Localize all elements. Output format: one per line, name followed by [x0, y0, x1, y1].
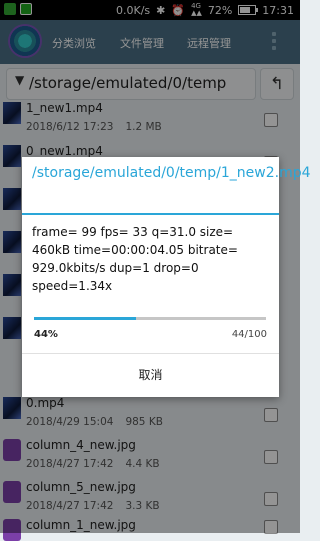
progress-percent: 44% [34, 329, 58, 340]
dialog-message: frame= 99 fps= 33 q=31.0 size= 460kB tim… [32, 225, 238, 293]
progress-bar [34, 317, 266, 320]
progress-dialog: /storage/emulated/0/temp/1_new2.mp4 fram… [22, 157, 311, 397]
progress-bar-fill [34, 317, 137, 320]
cancel-button[interactable]: 取消 [22, 354, 279, 397]
progress-count: 44/100 [231, 329, 267, 340]
dialog-divider [22, 213, 279, 215]
dialog-title: /storage/emulated/0/temp/1_new2.mp4 [32, 165, 311, 181]
